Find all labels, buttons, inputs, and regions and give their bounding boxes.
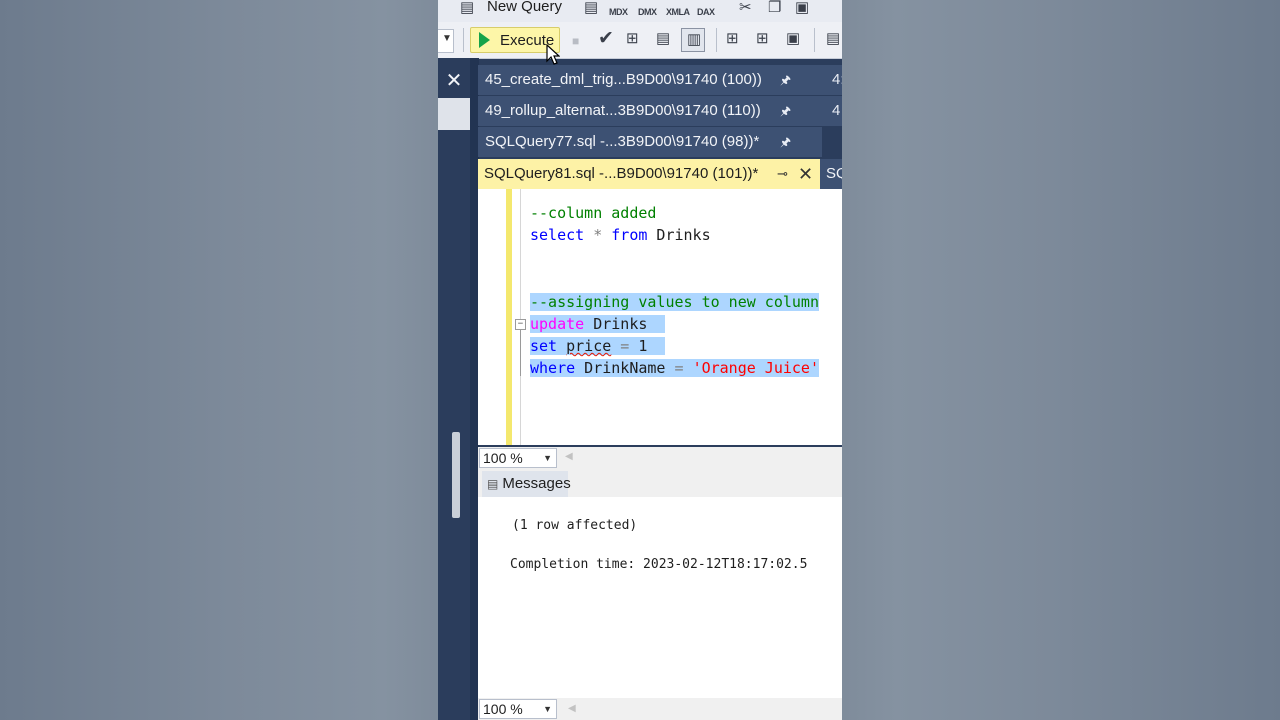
toolbar-separator [716,28,717,52]
tab-label: 49_rollup_alternat...3B9D00\91740 (110)) [485,102,761,119]
query-options-icon[interactable]: ▤ [656,31,670,47]
outline-line [520,330,521,376]
chevron-down-icon: ▼ [442,33,452,44]
paste-icon[interactable]: ▣ [795,0,809,16]
code-line-2: select * from Drinks [530,226,711,244]
new-query-button[interactable]: New Query [487,0,562,15]
change-tracking-bar [506,189,512,445]
ssms-window: ▤ New Query ▤ MDX DMX XMLA DAX ✂ ❐ ▣ ▼ E… [438,0,842,720]
query-editor[interactable]: − --column added select * from Drinks --… [478,189,842,445]
toolbar-separator [814,28,815,52]
close-panel-icon[interactable]: ✕ [438,66,470,98]
pin-icon[interactable]: 🖈 [780,65,791,95]
execution-plan-icon[interactable]: ⊞ [626,31,639,47]
zoom-value: 100 % [483,701,523,717]
code-line-3: --assigning values to new column [530,293,819,311]
editor-gutter [478,189,522,445]
zoom-value: 100 % [483,450,523,466]
mouse-cursor-icon [546,44,560,65]
messages-icon: ▤ [487,477,499,491]
dax-query-icon[interactable]: DAX [697,4,715,20]
tab-messages[interactable]: ▤ Messages [482,471,571,497]
toolbar-separator [463,28,464,52]
tab-document-45[interactable]: 45_create_dml_trig...B9D00\91740 (100)) … [478,65,842,95]
play-icon [479,32,490,48]
copy-icon[interactable]: ❐ [768,0,781,16]
database-dropdown[interactable]: ▼ [438,29,454,53]
pin-icon[interactable]: 🖈 [780,96,791,126]
editor-zoom-dropdown[interactable]: 100 % ▼ [479,448,557,468]
messages-tab-label: Messages [502,475,571,492]
dmx-query-icon[interactable]: DMX [638,4,657,20]
code-line-6: where DrinkName = 'Orange Juice' [530,359,819,377]
tab-label: SQ [826,165,842,182]
mdx-query-icon[interactable]: MDX [609,4,628,20]
chevron-down-icon: ▼ [543,453,552,463]
message-rows-affected: (1 row affected) [512,518,638,533]
new-query-icon[interactable]: ▤ [460,0,474,16]
code-line-1: --column added [530,204,657,222]
code-line-4: update Drinks [530,313,666,335]
tab-document-49[interactable]: 49_rollup_alternat...3B9D00\91740 (110))… [478,96,842,126]
close-tab-icon[interactable]: ✕ [798,159,813,189]
scroll-left-icon[interactable]: ◀ [568,703,576,714]
pin-icon[interactable]: 🖈 [780,127,791,157]
gutter-divider [520,189,521,445]
results-tab-strip: ▤ Messages [478,469,842,497]
chevron-down-icon: ▼ [543,704,552,714]
xmla-query-icon[interactable]: XMLA [666,4,690,20]
client-stats-icon[interactable]: ▣ [786,31,800,47]
scroll-left-icon[interactable]: ◀ [565,451,573,462]
parse-check-icon[interactable]: ✔ [598,29,614,48]
tab-label: 45_create_dml_trig...B9D00\91740 (100)) [485,71,762,88]
pin-icon[interactable]: ⊸ [777,159,788,189]
include-plan-icon[interactable]: ⊞ [726,31,739,47]
database-query-icon[interactable]: ▤ [584,0,598,16]
results-zoom-dropdown[interactable]: 100 % ▼ [479,699,557,719]
tab-sqlquery77[interactable]: SQLQuery77.sql -...3B9D00\91740 (98))* 🖈 [478,127,822,157]
tab-label: SQLQuery77.sql -...3B9D00\91740 (98))* [485,133,760,150]
object-explorer-scrollbar[interactable] [452,432,460,518]
collapse-icon[interactable]: − [515,319,526,330]
comment-icon[interactable]: ▤ [826,31,840,47]
tab-overflow-label: 4 [832,102,841,119]
object-explorer-header [438,98,470,130]
tab-next-document[interactable]: SQ [820,159,842,189]
message-completion-time: Completion time: 2023-02-12T18:17:02.5 [510,557,808,572]
tab-overflow-label: 4: [832,71,842,88]
results-to-grid-button[interactable]: ▥ [681,28,705,52]
code-line-5: set price = 1 [530,335,666,357]
tab-label: SQLQuery81.sql -...B9D00\91740 (101))* [484,165,759,182]
cut-icon[interactable]: ✂ [739,0,752,16]
messages-pane[interactable]: (1 row affected) Completion time: 2023-0… [478,497,842,698]
live-stats-icon[interactable]: ⊞ [756,31,769,47]
object-explorer-panel [438,58,470,720]
grid-icon: ▥ [687,31,702,48]
toolbar-row-1: ▤ New Query ▤ MDX DMX XMLA DAX ✂ ❐ ▣ [438,0,842,23]
stop-icon[interactable]: ■ [572,33,579,49]
tab-sqlquery81-active[interactable]: SQLQuery81.sql -...B9D00\91740 (101))* ⊸… [478,159,820,189]
